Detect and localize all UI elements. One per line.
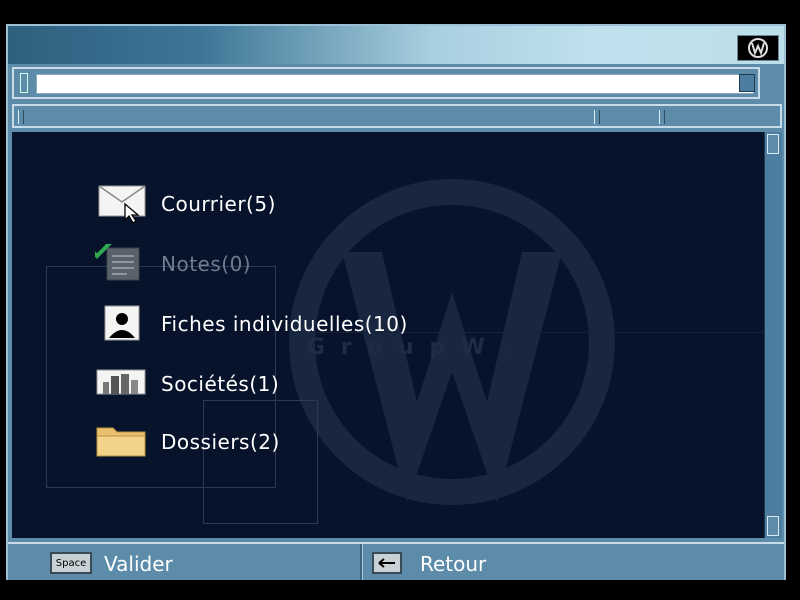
- notes-icon: [89, 240, 149, 284]
- scroll-up-button[interactable]: [767, 134, 779, 154]
- menu-item-label: Courrier(5): [161, 192, 276, 216]
- search-input[interactable]: [36, 74, 754, 94]
- vertical-scrollbar[interactable]: [764, 132, 782, 538]
- back-label[interactable]: Retour: [420, 552, 486, 576]
- column-resize-handle[interactable]: [18, 110, 24, 124]
- footer-bar: Space Valider Retour: [8, 542, 784, 580]
- left-arrow-icon[interactable]: [372, 552, 402, 574]
- menu-item-fiches[interactable]: Fiches individuelles(10): [95, 302, 515, 346]
- title-bar: [8, 26, 784, 64]
- column-resize-handle[interactable]: [659, 110, 665, 124]
- envelope-icon: [95, 184, 149, 224]
- menu-item-dossiers[interactable]: Dossiers(2): [95, 420, 515, 464]
- menu-item-label: Fiches individuelles(10): [161, 312, 408, 336]
- validate-label[interactable]: Valider: [104, 552, 173, 576]
- menu-item-courrier[interactable]: Courrier(5): [95, 182, 515, 226]
- menu-item-label: Dossiers(2): [161, 430, 280, 454]
- search-bar: [12, 67, 760, 99]
- group-w-logo-icon: [737, 35, 779, 61]
- input-left-cap: [20, 73, 28, 93]
- column-resize-handle[interactable]: [594, 110, 600, 124]
- column-header-bar: [12, 104, 782, 128]
- menu-item-label: Sociétés(1): [161, 372, 280, 396]
- menu-item-notes[interactable]: Notes(0): [89, 240, 515, 286]
- footer-divider: [360, 544, 363, 580]
- input-scroll-knob[interactable]: [739, 74, 755, 92]
- space-key-button[interactable]: Space: [50, 552, 92, 574]
- menu-item-societes[interactable]: Sociétés(1): [95, 362, 515, 406]
- person-card-icon: [95, 304, 149, 344]
- scroll-down-button[interactable]: [767, 516, 779, 536]
- menu-item-label: Notes(0): [161, 252, 252, 276]
- buildings-icon: [95, 364, 149, 404]
- folder-icon: [95, 422, 149, 462]
